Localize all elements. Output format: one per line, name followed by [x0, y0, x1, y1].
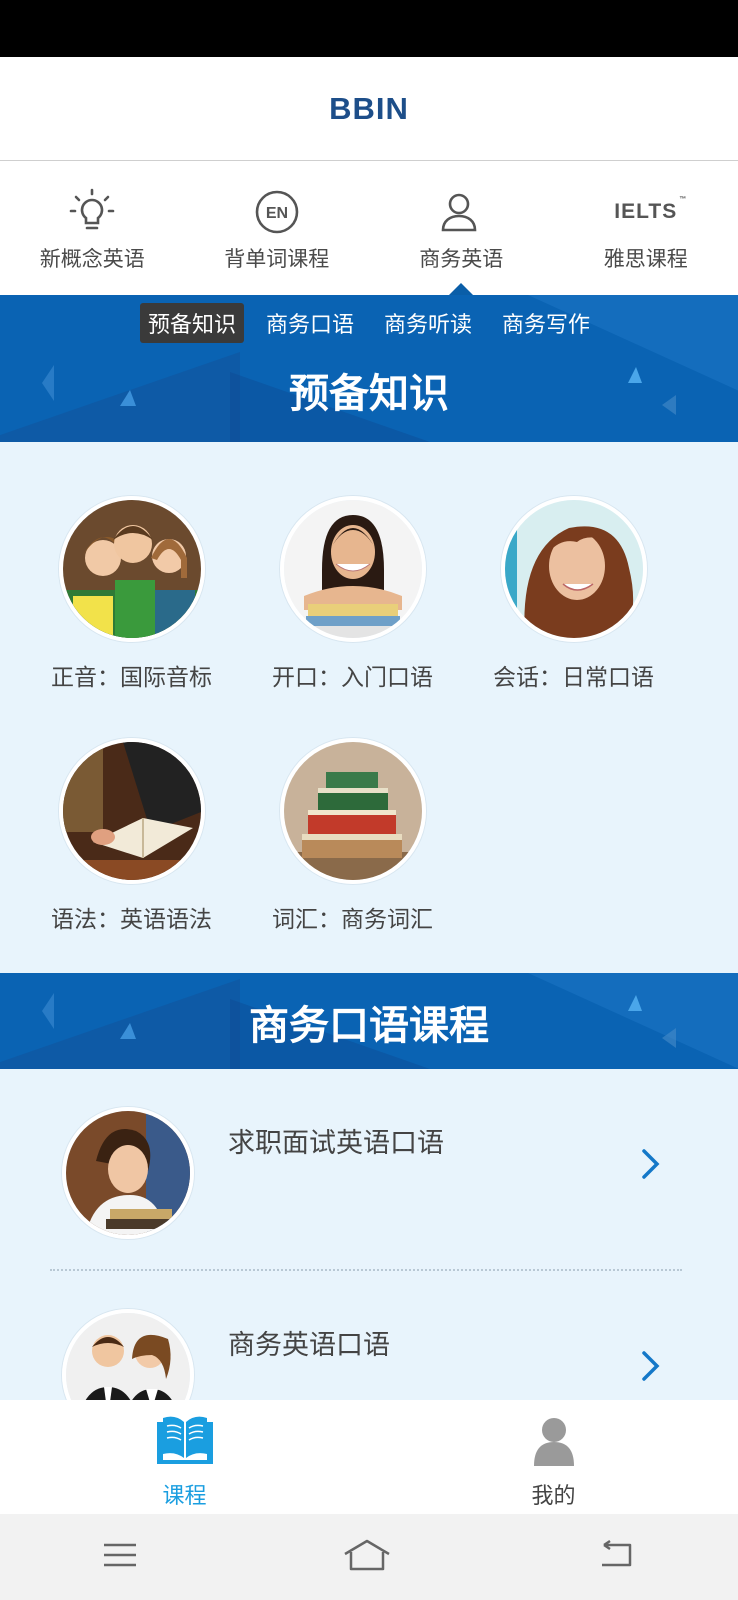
back-icon[interactable] [596, 1539, 636, 1575]
tab-label: 商务英语 [419, 247, 504, 271]
subtab-preparation[interactable]: 预备知识 [139, 303, 244, 343]
section-banner-business-speaking: 商务口语课程 [0, 973, 738, 1069]
reading-book-photo [58, 738, 205, 884]
svg-text:EN: EN [266, 205, 288, 222]
status-bar [0, 0, 738, 57]
chevron-right-icon [640, 1147, 662, 1185]
course-title: 商务英语口语 [228, 1330, 390, 1361]
sub-tabs: 预备知识 商务口语 商务听读 商务写作 [0, 303, 738, 343]
grid-item-label: 语法：英语语法 [51, 907, 212, 933]
tab-vocabulary-course[interactable]: EN 背单词课程 [185, 161, 370, 295]
grid-item-label: 开口：入门口语 [272, 665, 433, 691]
course-title: 求职面试英语口语 [228, 1128, 444, 1159]
lightbulb-icon [67, 187, 117, 237]
active-tab-pointer [449, 283, 474, 295]
grid-item-beginner-speaking[interactable]: 开口：入门口语 [240, 496, 465, 692]
course-row-business-speaking[interactable]: 商务英语口语 [0, 1287, 738, 1400]
tab-label: 雅思课程 [603, 247, 688, 271]
smiling-woman-photo [500, 496, 647, 642]
woman-reading-photo [62, 1107, 194, 1239]
section-title: 商务口语课程 [249, 1003, 489, 1049]
tab-new-concept-english[interactable]: 新概念英语 [0, 161, 185, 295]
user-icon [437, 187, 485, 237]
grid-item-vocabulary[interactable]: 词汇：商务词汇 [240, 738, 465, 934]
category-tabs: 新概念英语 EN 背单词课程 商务英语 IELTS ™ 雅思课程 [0, 161, 738, 295]
grid-item-grammar[interactable]: 语法：英语语法 [19, 738, 244, 934]
chevron-right-icon [640, 1349, 662, 1387]
open-book-icon [153, 1414, 217, 1470]
students-group-photo [58, 496, 205, 642]
business-couple-photo [62, 1309, 194, 1400]
app-title: BBIN [329, 90, 409, 126]
nav-mine[interactable]: 我的 [369, 1400, 738, 1514]
tab-ielts-course[interactable]: IELTS ™ 雅思课程 [554, 161, 738, 295]
system-nav-bar [0, 1514, 738, 1600]
nav-courses[interactable]: 课程 [0, 1400, 369, 1514]
grid-item-label: 正音：国际音标 [51, 665, 212, 691]
subtab-business-writing[interactable]: 商务写作 [494, 303, 598, 343]
book-stack-photo [279, 738, 426, 884]
en-circle-icon: EN [253, 187, 301, 237]
grid-item-label: 词汇：商务词汇 [272, 907, 433, 933]
tab-business-english[interactable]: 商务英语 [369, 161, 554, 295]
course-row-interview-english[interactable]: 求职面试英语口语 [0, 1085, 738, 1265]
menu-icon[interactable] [102, 1541, 138, 1573]
home-icon[interactable] [342, 1538, 392, 1576]
bottom-nav: 课程 我的 [0, 1400, 738, 1514]
app-header: BBIN [0, 57, 738, 161]
person-icon [528, 1414, 580, 1470]
grid-item-daily-conversation[interactable]: 会话：日常口语 [461, 496, 686, 692]
grid-item-label: 会话：日常口语 [493, 665, 654, 691]
girl-with-books-photo [279, 496, 426, 642]
grid-item-phonetics[interactable]: 正音：国际音标 [19, 496, 244, 692]
nav-label: 我的 [531, 1484, 576, 1509]
subtab-business-speaking[interactable]: 商务口语 [258, 303, 362, 343]
ielts-logo-icon: IELTS ™ [614, 196, 688, 223]
tab-label: 新概念英语 [39, 247, 145, 271]
section-banner-preparation: 预备知识 商务口语 商务听读 商务写作 预备知识 [0, 295, 738, 442]
subtab-business-listening-reading[interactable]: 商务听读 [376, 303, 480, 343]
section-title: 预备知识 [289, 371, 449, 417]
tab-label: 背单词课程 [224, 247, 330, 271]
nav-label: 课程 [162, 1484, 207, 1509]
course-divider [50, 1269, 682, 1271]
